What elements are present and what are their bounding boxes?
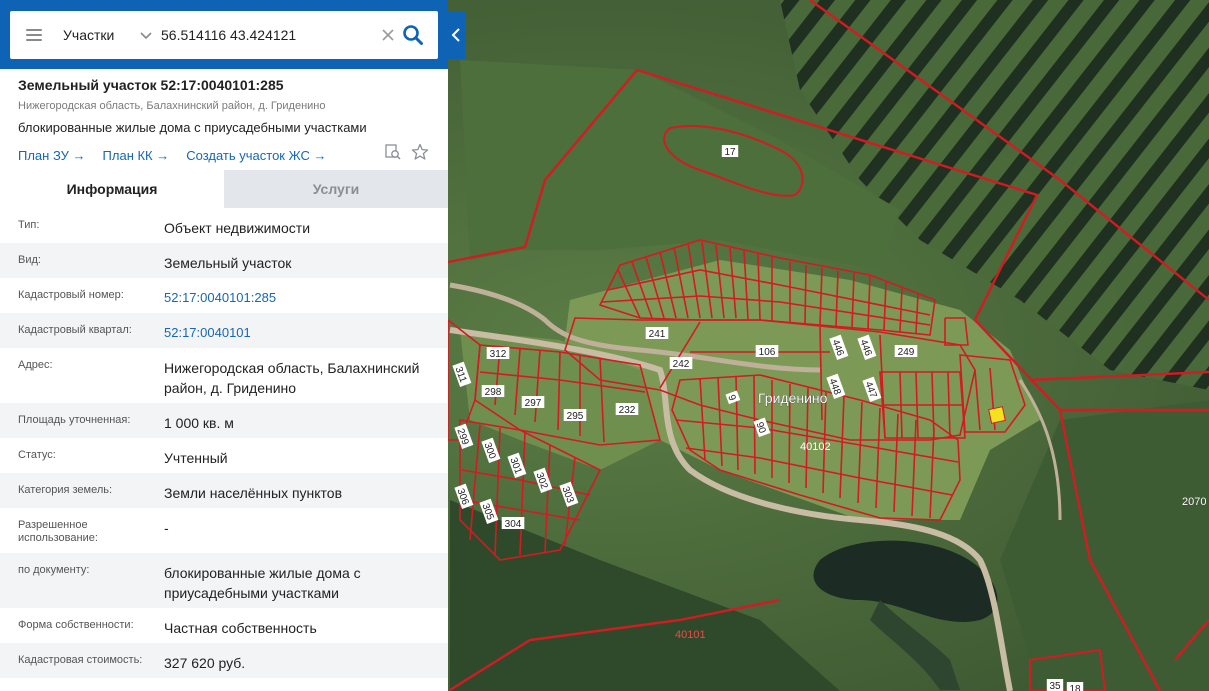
- tab-info[interactable]: Информация: [0, 170, 224, 208]
- menu-icon[interactable]: [26, 29, 42, 41]
- plot-label-text: 298: [485, 387, 502, 398]
- panel-tabs: Информация Услуги: [0, 170, 448, 208]
- info-row-status: Статус: Учтенный: [0, 438, 448, 473]
- plot-label-text: 249: [898, 347, 915, 358]
- info-row-type: Тип: Объект недвижимости: [0, 208, 448, 243]
- info-row-cadastral-number: Кадастровый номер: 52:17:0040101:285: [0, 278, 448, 313]
- plot-label-text: 232: [619, 405, 636, 416]
- plot-label-text: 17: [724, 147, 736, 158]
- row-value: Объект недвижимости: [164, 220, 311, 236]
- collapse-panel-button[interactable]: [448, 11, 465, 59]
- info-row-land-category: Категория земель: Земли населённых пункт…: [0, 473, 448, 508]
- plot-label-241: 241: [645, 327, 669, 340]
- info-row-cadastral-quarter: Кадастровый квартал: 52:17:0040101: [0, 313, 448, 348]
- parcel-region: Нижегородская область, Балахнинский райо…: [18, 100, 326, 112]
- info-row-permitted-use: Разрешенное использование: -: [0, 508, 448, 553]
- plot-label-text: 242: [673, 359, 690, 370]
- row-value: блокированные жилые дома с приусадебными…: [164, 565, 361, 601]
- row-label: Категория земель:: [18, 484, 113, 496]
- row-value: Земельный участок: [164, 255, 292, 271]
- row-value: 327 620 руб.: [164, 655, 246, 671]
- quarter-label-2070: 2070: [1182, 496, 1206, 508]
- row-value: 01.01.2022: [164, 678, 444, 691]
- plot-label-text: 304: [505, 519, 522, 530]
- row-value: Частная собственность: [164, 620, 317, 636]
- row-label: Форма собственности:: [18, 619, 134, 631]
- info-row-address: Адрес: Нижегородская область, Балахнинск…: [0, 348, 448, 403]
- clear-icon[interactable]: [380, 27, 396, 43]
- plot-label-text: 18: [1069, 684, 1081, 691]
- row-value: Учтенный: [164, 450, 228, 466]
- cadastral-quarter-link[interactable]: 52:17:0040101: [164, 313, 444, 348]
- search-bar: Участки: [0, 0, 448, 69]
- search-icon[interactable]: [402, 24, 424, 46]
- plot-label-text: 241: [649, 329, 666, 340]
- row-value: Нижегородская область, Балахнинский райо…: [164, 360, 420, 396]
- plot-label-text: 295: [567, 411, 584, 422]
- plot-label-text: 106: [759, 347, 776, 358]
- plot-label-312: 312: [486, 347, 510, 360]
- layer-select[interactable]: Участки: [63, 27, 133, 43]
- create-parcel-link[interactable]: Создать участок ЖС →: [186, 148, 326, 163]
- quarter-label-40101: 40101: [675, 629, 706, 641]
- info-row-by-document: по документу: блокированные жилые дома с…: [0, 553, 448, 608]
- plot-label-text: 35: [1049, 681, 1061, 691]
- search-input[interactable]: [161, 27, 361, 43]
- cadastral-number-link[interactable]: 52:17:0040101:285: [164, 278, 444, 313]
- plot-label-232: 232: [615, 403, 639, 416]
- row-label: Кадастровая стоимость:: [18, 654, 143, 666]
- info-row-cadastral-value: Кадастровая стоимость: 327 620 руб.: [0, 643, 448, 678]
- plot-label-35: 35: [1046, 679, 1064, 691]
- row-label: Тип:: [18, 219, 40, 231]
- plot-label-304: 304: [501, 517, 525, 530]
- selected-parcel[interactable]: [988, 406, 1006, 424]
- plot-label-17: 17: [721, 145, 739, 158]
- plot-label-298: 298: [481, 385, 505, 398]
- info-row-date: 01.01.2022: [0, 678, 448, 691]
- row-label: Адрес:: [18, 359, 53, 371]
- row-label: Разрешенное использование:: [18, 519, 98, 544]
- row-value: 1 000 кв. м: [164, 415, 234, 431]
- row-label: Статус:: [18, 449, 56, 461]
- plot-label-text: 312: [490, 349, 507, 360]
- plan-zu-link[interactable]: План ЗУ →: [18, 148, 86, 163]
- parcel-links: План ЗУ → План КК → Создать участок ЖС →: [18, 146, 430, 164]
- info-table: Тип: Объект недвижимости Вид: Земельный …: [0, 208, 448, 691]
- row-label: [18, 678, 164, 691]
- tab-services[interactable]: Услуги: [224, 170, 448, 208]
- row-label: по документу:: [18, 564, 90, 576]
- row-label: Площадь уточненная:: [18, 414, 131, 426]
- plot-label-249: 249: [894, 345, 918, 358]
- quarter-label-40102: 40102: [800, 441, 831, 453]
- row-label: Кадастровый квартал:: [18, 324, 132, 336]
- search-document-icon[interactable]: [384, 143, 402, 161]
- chevron-left-icon: [451, 28, 460, 42]
- plot-label-18: 18: [1066, 682, 1084, 691]
- plan-kk-link[interactable]: План КК →: [103, 148, 170, 163]
- info-row-area: Площадь уточненная: 1 000 кв. м: [0, 403, 448, 438]
- row-label: Вид:: [18, 254, 41, 266]
- plot-label-text: 297: [525, 398, 542, 409]
- parcel-usage: блокированные жилые дома с приусадебными…: [18, 120, 367, 135]
- row-label: Кадастровый номер:: [18, 289, 124, 301]
- plot-label-295: 295: [563, 409, 587, 422]
- row-value: Земли населённых пунктов: [164, 485, 343, 501]
- row-value: -: [164, 520, 169, 536]
- plot-label-242: 242: [669, 357, 693, 370]
- chevron-down-icon[interactable]: [139, 28, 153, 42]
- info-row-ownership: Форма собственности: Частная собственнос…: [0, 608, 448, 643]
- info-row-kind: Вид: Земельный участок: [0, 243, 448, 278]
- plot-label-106: 106: [755, 345, 779, 358]
- plot-label-297: 297: [521, 396, 545, 409]
- settlement-label: Гриденино: [758, 390, 828, 406]
- parcel-header: Земельный участок 52:17:0040101:285 Ниже…: [0, 69, 448, 164]
- search-box: Участки: [10, 11, 438, 59]
- parcel-title: Земельный участок 52:17:0040101:285: [18, 77, 284, 93]
- star-icon[interactable]: [411, 143, 429, 161]
- info-panel: Участки Земельный участок 52:17:0040101:…: [0, 0, 448, 691]
